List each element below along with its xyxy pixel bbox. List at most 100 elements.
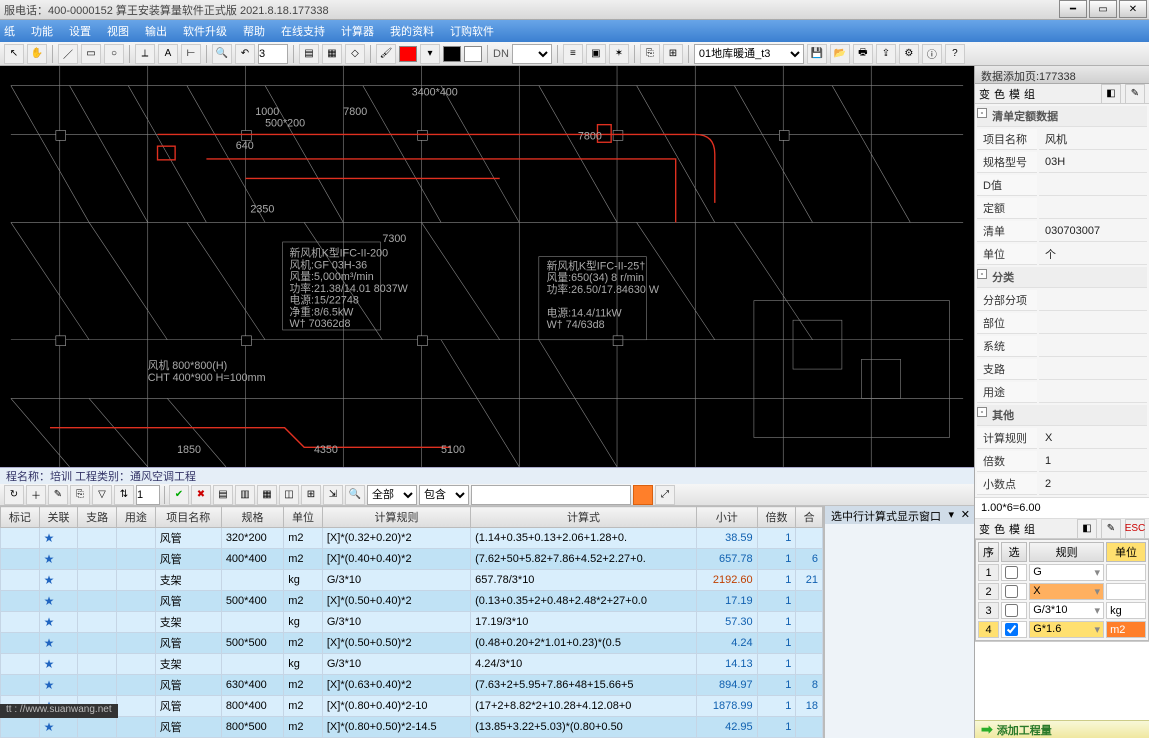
- tool-measure-icon[interactable]: ⟂: [135, 44, 155, 64]
- color-white-swatch[interactable]: [464, 46, 482, 62]
- grid-header[interactable]: 计算式: [471, 507, 697, 528]
- tool-help-icon[interactable]: ?: [945, 44, 965, 64]
- menu-output[interactable]: 输出: [145, 23, 167, 39]
- prop-value[interactable]: [1039, 313, 1147, 334]
- tool-copy-icon[interactable]: ⎘: [640, 44, 660, 64]
- tool-rect-icon[interactable]: ▭: [81, 44, 101, 64]
- grid-filter-all[interactable]: 全部: [367, 485, 417, 505]
- prop-value[interactable]: [1039, 382, 1147, 403]
- prop-value[interactable]: [1039, 336, 1147, 357]
- table-row[interactable]: ★风管800*500m2[X]*(0.80+0.50)*2-14.5(13.85…: [1, 717, 823, 738]
- cad-viewport[interactable]: 10007800500*200 3400*40078002350 7300风机 …: [0, 66, 974, 467]
- tool-text-icon[interactable]: A: [158, 44, 178, 64]
- grid-edit-icon[interactable]: ✎: [48, 485, 68, 505]
- tool-layer-icon[interactable]: ▤: [299, 44, 319, 64]
- tab-se[interactable]: 色: [994, 86, 1005, 102]
- tool-snap-icon[interactable]: ◇: [345, 44, 365, 64]
- table-row[interactable]: ★支架kgG/3*1017.19/3*1057.301: [1, 612, 823, 633]
- dn-select[interactable]: [512, 44, 552, 64]
- mini-tool1-icon[interactable]: ◧: [1077, 519, 1097, 539]
- menu-settings[interactable]: 设置: [69, 23, 91, 39]
- tool-open-icon[interactable]: 📂: [830, 44, 850, 64]
- grid-highlight-icon[interactable]: [633, 485, 653, 505]
- minimize-button[interactable]: ━: [1059, 0, 1087, 18]
- zoom-input[interactable]: [258, 44, 288, 64]
- menu-online[interactable]: 在线支持: [281, 23, 325, 39]
- prop-value[interactable]: 03H: [1039, 152, 1147, 173]
- tool-circle-icon[interactable]: ○: [104, 44, 124, 64]
- grid-header[interactable]: 用途: [117, 507, 156, 528]
- tool-undo-icon[interactable]: ↶: [235, 44, 255, 64]
- grid-tool5-icon[interactable]: ⊞: [301, 485, 321, 505]
- color-black-swatch[interactable]: [443, 46, 461, 62]
- prop-value[interactable]: 1: [1039, 451, 1147, 472]
- tool-grid-icon[interactable]: ▦: [322, 44, 342, 64]
- table-row[interactable]: ★风管400*400m2[X]*(0.40+0.40)*2(7.62+50+5.…: [1, 549, 823, 570]
- side-pane-pin-icon[interactable]: ▾: [948, 508, 954, 521]
- grid-header[interactable]: 单位: [284, 507, 323, 528]
- table-row[interactable]: ★风管630*400m2[X]*(0.63+0.40)*2(7.63+2+5.9…: [1, 675, 823, 696]
- grid-header[interactable]: 支路: [78, 507, 117, 528]
- grid-search-input[interactable]: [471, 485, 631, 505]
- rule-checkbox[interactable]: [1005, 566, 1018, 579]
- grid-header[interactable]: 倍数: [757, 507, 796, 528]
- prop-value[interactable]: 2: [1039, 474, 1147, 495]
- tab-mo[interactable]: 模: [1009, 86, 1020, 102]
- tool-pointer-icon[interactable]: ↖: [4, 44, 24, 64]
- grid-header[interactable]: 标记: [1, 507, 40, 528]
- grid-refresh-icon[interactable]: ↻: [4, 485, 24, 505]
- rule-checkbox[interactable]: [1005, 604, 1018, 617]
- table-row[interactable]: ★支架kgG/3*104.24/3*1014.131: [1, 654, 823, 675]
- tool-align-icon[interactable]: ≡: [563, 44, 583, 64]
- prop-value[interactable]: 030703007: [1039, 221, 1147, 242]
- tool-save-icon[interactable]: 💾: [807, 44, 827, 64]
- grid-sort-icon[interactable]: ⇅: [114, 485, 134, 505]
- swatch-dropdown-icon[interactable]: ▾: [420, 44, 440, 64]
- tool-explode-icon[interactable]: ✶: [609, 44, 629, 64]
- grid-check-icon[interactable]: ✔: [169, 485, 189, 505]
- mini-tab-se[interactable]: 色: [994, 521, 1005, 537]
- tab-bian[interactable]: 变: [979, 86, 990, 102]
- mini-tool2-icon[interactable]: ✎: [1101, 519, 1121, 539]
- data-grid[interactable]: 标记关联支路用途项目名称规格单位计算规则计算式小计倍数合 ★风管320*200m…: [0, 506, 824, 738]
- rule-checkbox[interactable]: [1005, 623, 1018, 636]
- tool-line-icon[interactable]: ／: [58, 44, 78, 64]
- tool-settings-icon[interactable]: ⚙: [899, 44, 919, 64]
- grid-delete-icon[interactable]: ✖: [191, 485, 211, 505]
- menu-profile[interactable]: 我的资料: [390, 23, 434, 39]
- menu-paper[interactable]: 纸: [4, 23, 15, 39]
- grid-tool3-icon[interactable]: ▦: [257, 485, 277, 505]
- grid-expand-icon[interactable]: ⤢: [655, 485, 675, 505]
- grid-filter-icon[interactable]: ▽: [92, 485, 112, 505]
- side-pane-close-icon[interactable]: ✕: [961, 508, 970, 521]
- grid-page-input[interactable]: [136, 485, 160, 505]
- tool-array-icon[interactable]: ⊞: [663, 44, 683, 64]
- grid-find-icon[interactable]: 🔍: [345, 485, 365, 505]
- grid-tool1-icon[interactable]: ▤: [213, 485, 233, 505]
- grid-add-icon[interactable]: ＋: [26, 485, 46, 505]
- grid-header[interactable]: 项目名称: [155, 507, 221, 528]
- table-row[interactable]: ★风管320*200m2[X]*(0.32+0.20)*2(1.14+0.35+…: [1, 528, 823, 549]
- grid-copy-icon[interactable]: ⎘: [70, 485, 90, 505]
- tool-export-icon[interactable]: ⇪: [876, 44, 896, 64]
- prop-value[interactable]: X: [1039, 428, 1147, 449]
- tool-paint-icon[interactable]: 🖌: [376, 44, 396, 64]
- prop-value[interactable]: 个: [1039, 244, 1147, 265]
- mini-tab-zu[interactable]: 组: [1024, 521, 1035, 537]
- menu-view[interactable]: 视图: [107, 23, 129, 39]
- color-red-swatch[interactable]: [399, 46, 417, 62]
- prop-value[interactable]: [1039, 290, 1147, 311]
- add-quantity-button[interactable]: ➡ 添加工程量: [975, 720, 1149, 738]
- close-button[interactable]: ✕: [1119, 0, 1147, 18]
- grid-filter-contain[interactable]: 包含: [419, 485, 469, 505]
- tool-dim-icon[interactable]: ⊢: [181, 44, 201, 64]
- rule-mini-table[interactable]: 序选规则单位1G ▾2X ▾3G/3*10 ▾kg4G*1.6 ▾m2: [975, 539, 1149, 641]
- menu-upgrade[interactable]: 软件升级: [183, 23, 227, 39]
- tool-info-icon[interactable]: ⓘ: [922, 44, 942, 64]
- menu-calc[interactable]: 计算器: [341, 23, 374, 39]
- grid-header[interactable]: 规格: [221, 507, 283, 528]
- mini-delete-icon[interactable]: ESC: [1125, 519, 1145, 539]
- mini-tab-mo[interactable]: 模: [1009, 521, 1020, 537]
- table-row[interactable]: ★风管800*400m2[X]*(0.80+0.40)*2-10(17+2+8.…: [1, 696, 823, 717]
- grid-header[interactable]: 小计: [696, 507, 757, 528]
